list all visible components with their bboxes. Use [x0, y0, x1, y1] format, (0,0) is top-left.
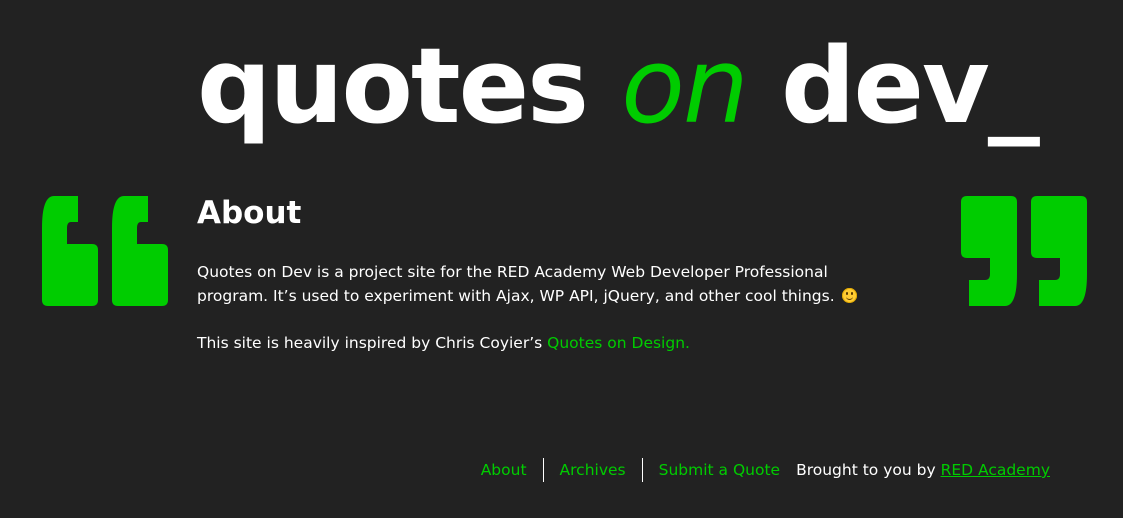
logo-word-quotes: quotes [197, 25, 622, 147]
footer-link-about[interactable]: About [465, 458, 543, 482]
page-title: About [197, 195, 302, 231]
footer-credit: Brought to you by RED Academy [796, 461, 1050, 479]
red-academy-link[interactable]: RED Academy [941, 461, 1050, 479]
footer-nav: About Archives Submit a Quote [465, 458, 796, 482]
about-text: Quotes on Dev is a project site for the … [197, 263, 835, 305]
site-footer: About Archives Submit a Quote Brought to… [465, 457, 1050, 483]
inspiration-text: This site is heavily inspired by Chris C… [197, 334, 548, 352]
site-logo[interactable]: quotes on dev_ [197, 34, 1040, 138]
credit-text: Brought to you by [796, 461, 941, 479]
footer-link-submit-quote[interactable]: Submit a Quote [641, 458, 796, 482]
close-quote-icon [959, 194, 1089, 309]
logo-word-on: on [621, 25, 749, 147]
about-paragraph: Quotes on Dev is a project site for the … [197, 260, 897, 308]
footer-link-archives[interactable]: Archives [542, 458, 642, 482]
open-quote-icon [40, 194, 170, 309]
smiley-icon [841, 288, 857, 303]
quotes-on-design-link[interactable]: Quotes on Design. [547, 334, 690, 352]
inspiration-paragraph: This site is heavily inspired by Chris C… [197, 331, 897, 355]
logo-word-dev: dev_ [746, 25, 1040, 147]
about-content: About Quotes on Dev is a project site fo… [197, 192, 897, 378]
